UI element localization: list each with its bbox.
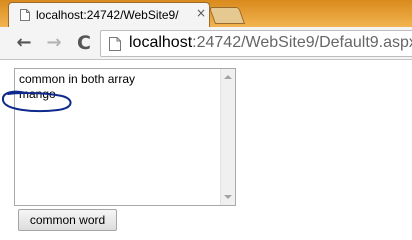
page-icon	[109, 37, 121, 51]
browser-toolbar: ← → C localhost:24742/WebSite9/Default9.…	[0, 27, 412, 60]
tab-title: localhost:24742/WebSite9/	[36, 8, 179, 22]
new-tab-button[interactable]	[208, 7, 246, 24]
url-host: localhost	[129, 34, 193, 51]
url-text[interactable]: localhost:24742/WebSite9/Default9.aspx	[129, 34, 412, 52]
url-path: :24742/WebSite9/Default9.aspx	[192, 34, 412, 51]
page-icon	[20, 9, 30, 21]
browser-tab-active[interactable]: localhost:24742/WebSite9/ ×	[8, 2, 210, 29]
scroll-up-arrow-icon[interactable]	[224, 75, 232, 79]
address-bar[interactable]: localhost:24742/WebSite9/Default9.aspx	[100, 30, 412, 57]
vertical-scrollbar[interactable]	[220, 69, 235, 205]
tab-strip: localhost:24742/WebSite9/ ×	[0, 0, 412, 29]
forward-arrow-icon[interactable]: →	[43, 32, 65, 54]
close-icon[interactable]: ×	[194, 6, 208, 20]
common-word-button[interactable]: common word	[18, 209, 117, 231]
back-arrow-icon[interactable]: ←	[13, 32, 35, 54]
reload-icon[interactable]: C	[73, 32, 95, 54]
hand-drawn-circle-annotation	[2, 90, 72, 113]
scroll-down-arrow-icon[interactable]	[224, 195, 232, 199]
list-item[interactable]: common in both array	[19, 72, 135, 86]
